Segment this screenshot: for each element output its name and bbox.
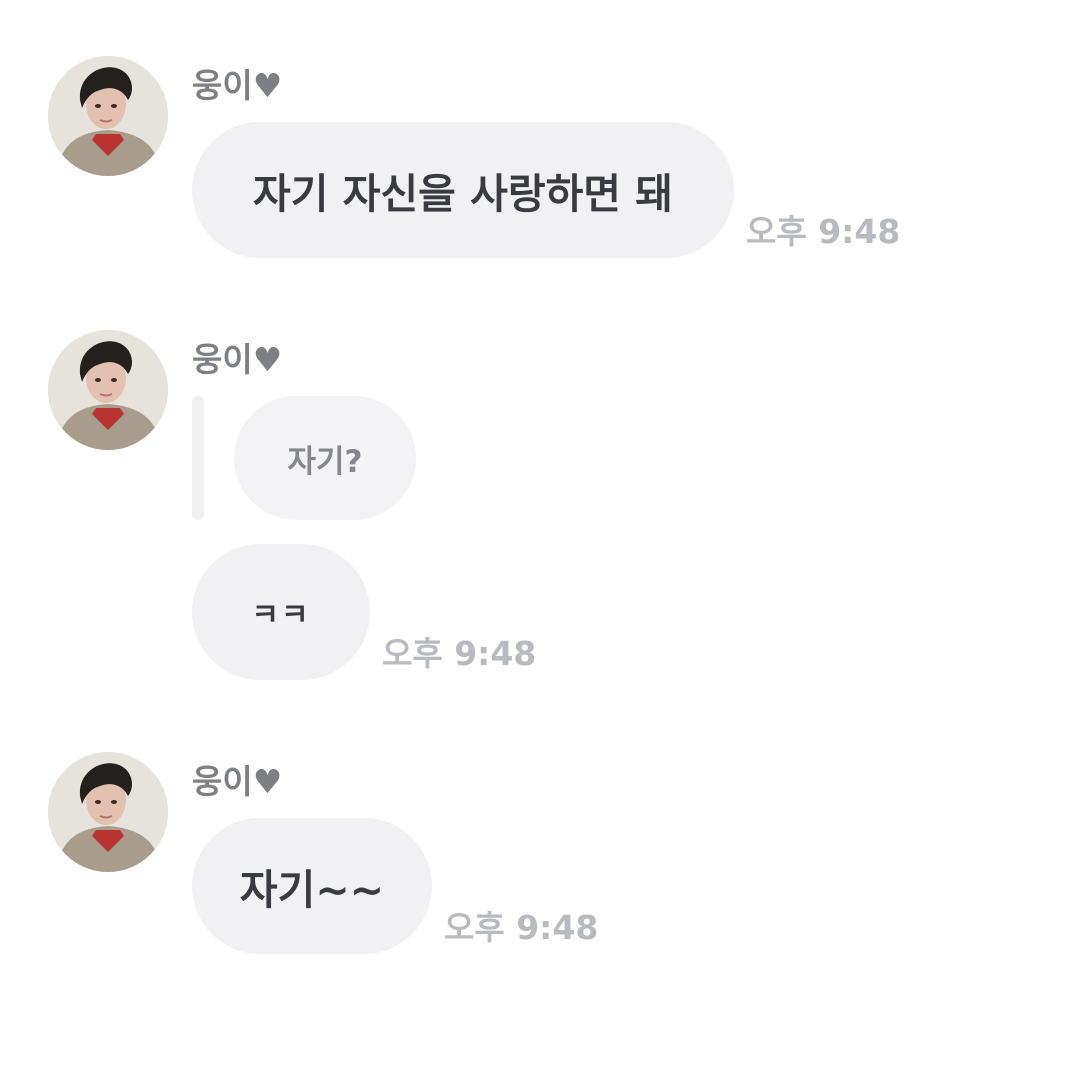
sender-name: 웅이♥: [192, 762, 283, 801]
profile-photo-icon: [48, 330, 168, 450]
avatar[interactable]: [48, 56, 168, 176]
sender-name: 웅이♥: [192, 66, 283, 105]
message-text: ㅋㅋ: [251, 598, 311, 633]
avatar[interactable]: [48, 330, 168, 450]
message-text: 자기 자신을 사랑하면 돼: [252, 170, 674, 218]
message-bubble[interactable]: ㅋㅋ: [192, 544, 370, 680]
message-timestamp: 오후 9:48: [444, 908, 599, 947]
avatar[interactable]: [48, 752, 168, 872]
message-timestamp: 오후 9:48: [746, 212, 901, 251]
message-bubble[interactable]: 자기~~: [192, 818, 432, 954]
sender-name: 웅이♥: [192, 340, 283, 379]
chat-thread: 웅이♥ 자기 자신을 사랑하면 돼 오후 9:48 웅이♥ 자기? ㅋㅋ 오후 …: [0, 0, 1080, 1080]
message-bubble[interactable]: 자기 자신을 사랑하면 돼: [192, 122, 734, 258]
reply-quote-text: 자기?: [287, 443, 363, 480]
message-timestamp: 오후 9:48: [382, 634, 537, 673]
profile-photo-icon: [48, 752, 168, 872]
message-text: 자기~~: [239, 866, 385, 914]
reply-quote-bubble[interactable]: 자기?: [234, 396, 416, 520]
profile-photo-icon: [48, 56, 168, 176]
reply-quote-bar: [192, 396, 204, 520]
